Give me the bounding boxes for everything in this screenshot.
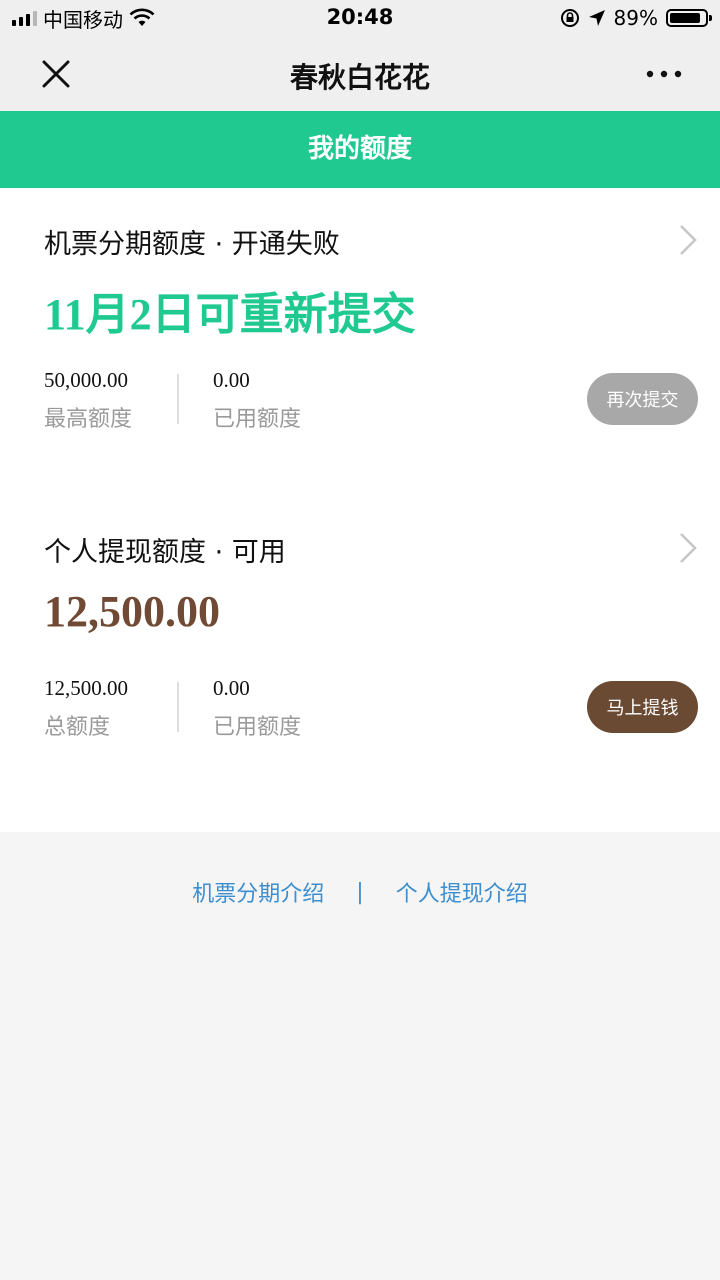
stat-label: 最高额度: [44, 407, 133, 432]
footer-separator: |: [356, 879, 364, 905]
card-title: 个人提现额度 · 可用: [44, 537, 286, 568]
card-headline: 12,500.00: [44, 587, 220, 636]
battery-icon: [666, 9, 712, 27]
personal-withdrawal-intro-link[interactable]: 个人提现介绍: [396, 876, 528, 908]
stat-value: 12,500.00: [44, 676, 128, 700]
status-right: 89%: [560, 6, 712, 30]
chevron-right-icon[interactable]: [678, 224, 698, 256]
status-bar: 中国移动 20:48 89%: [0, 0, 720, 36]
quota-content: 机票分期额度 · 开通失败 11月2日可重新提交 50,000.00 最高额度 …: [0, 188, 720, 832]
stat-label: 已用额度: [213, 407, 302, 432]
section-header: 我的额度: [0, 111, 720, 188]
more-icon[interactable]: [644, 64, 684, 84]
lock-rotation-icon: [560, 9, 579, 27]
location-arrow-icon: [588, 10, 605, 26]
stat-value: 50,000.00: [44, 368, 128, 392]
quota-card-ticket-installment[interactable]: 机票分期额度 · 开通失败 11月2日可重新提交 50,000.00 最高额度 …: [0, 188, 720, 496]
resubmit-button[interactable]: 再次提交: [587, 373, 698, 425]
chevron-right-icon[interactable]: [678, 532, 698, 564]
divider: [177, 682, 179, 732]
stat-label: 已用额度: [213, 715, 302, 740]
ticket-installment-intro-link[interactable]: 机票分期介绍: [192, 876, 324, 908]
card-headline: 11月2日可重新提交: [44, 290, 416, 339]
divider: [177, 374, 179, 424]
footer-links: 机票分期介绍 | 个人提现介绍: [0, 872, 720, 912]
withdraw-now-button[interactable]: 马上提钱: [587, 681, 698, 733]
stat-value: 0.00: [213, 368, 250, 392]
stat-value: 0.00: [213, 676, 250, 700]
stat-used-quota: 0.00 已用额度: [213, 368, 301, 433]
stat-max-quota: 50,000.00 最高额度: [44, 368, 132, 433]
quota-card-personal-withdrawal[interactable]: 个人提现额度 · 可用 12,500.00 12,500.00 总额度 0.00…: [0, 496, 720, 804]
stat-label: 总额度: [44, 715, 111, 740]
stat-total-quota: 12,500.00 总额度: [44, 676, 128, 741]
page-title: 春秋白花花: [289, 61, 430, 94]
nav-bar: 春秋白花花: [0, 36, 720, 111]
card-title: 机票分期额度 · 开通失败: [44, 229, 340, 260]
battery-percent: 89%: [613, 6, 658, 30]
stat-used-quota: 0.00 已用额度: [213, 676, 301, 741]
